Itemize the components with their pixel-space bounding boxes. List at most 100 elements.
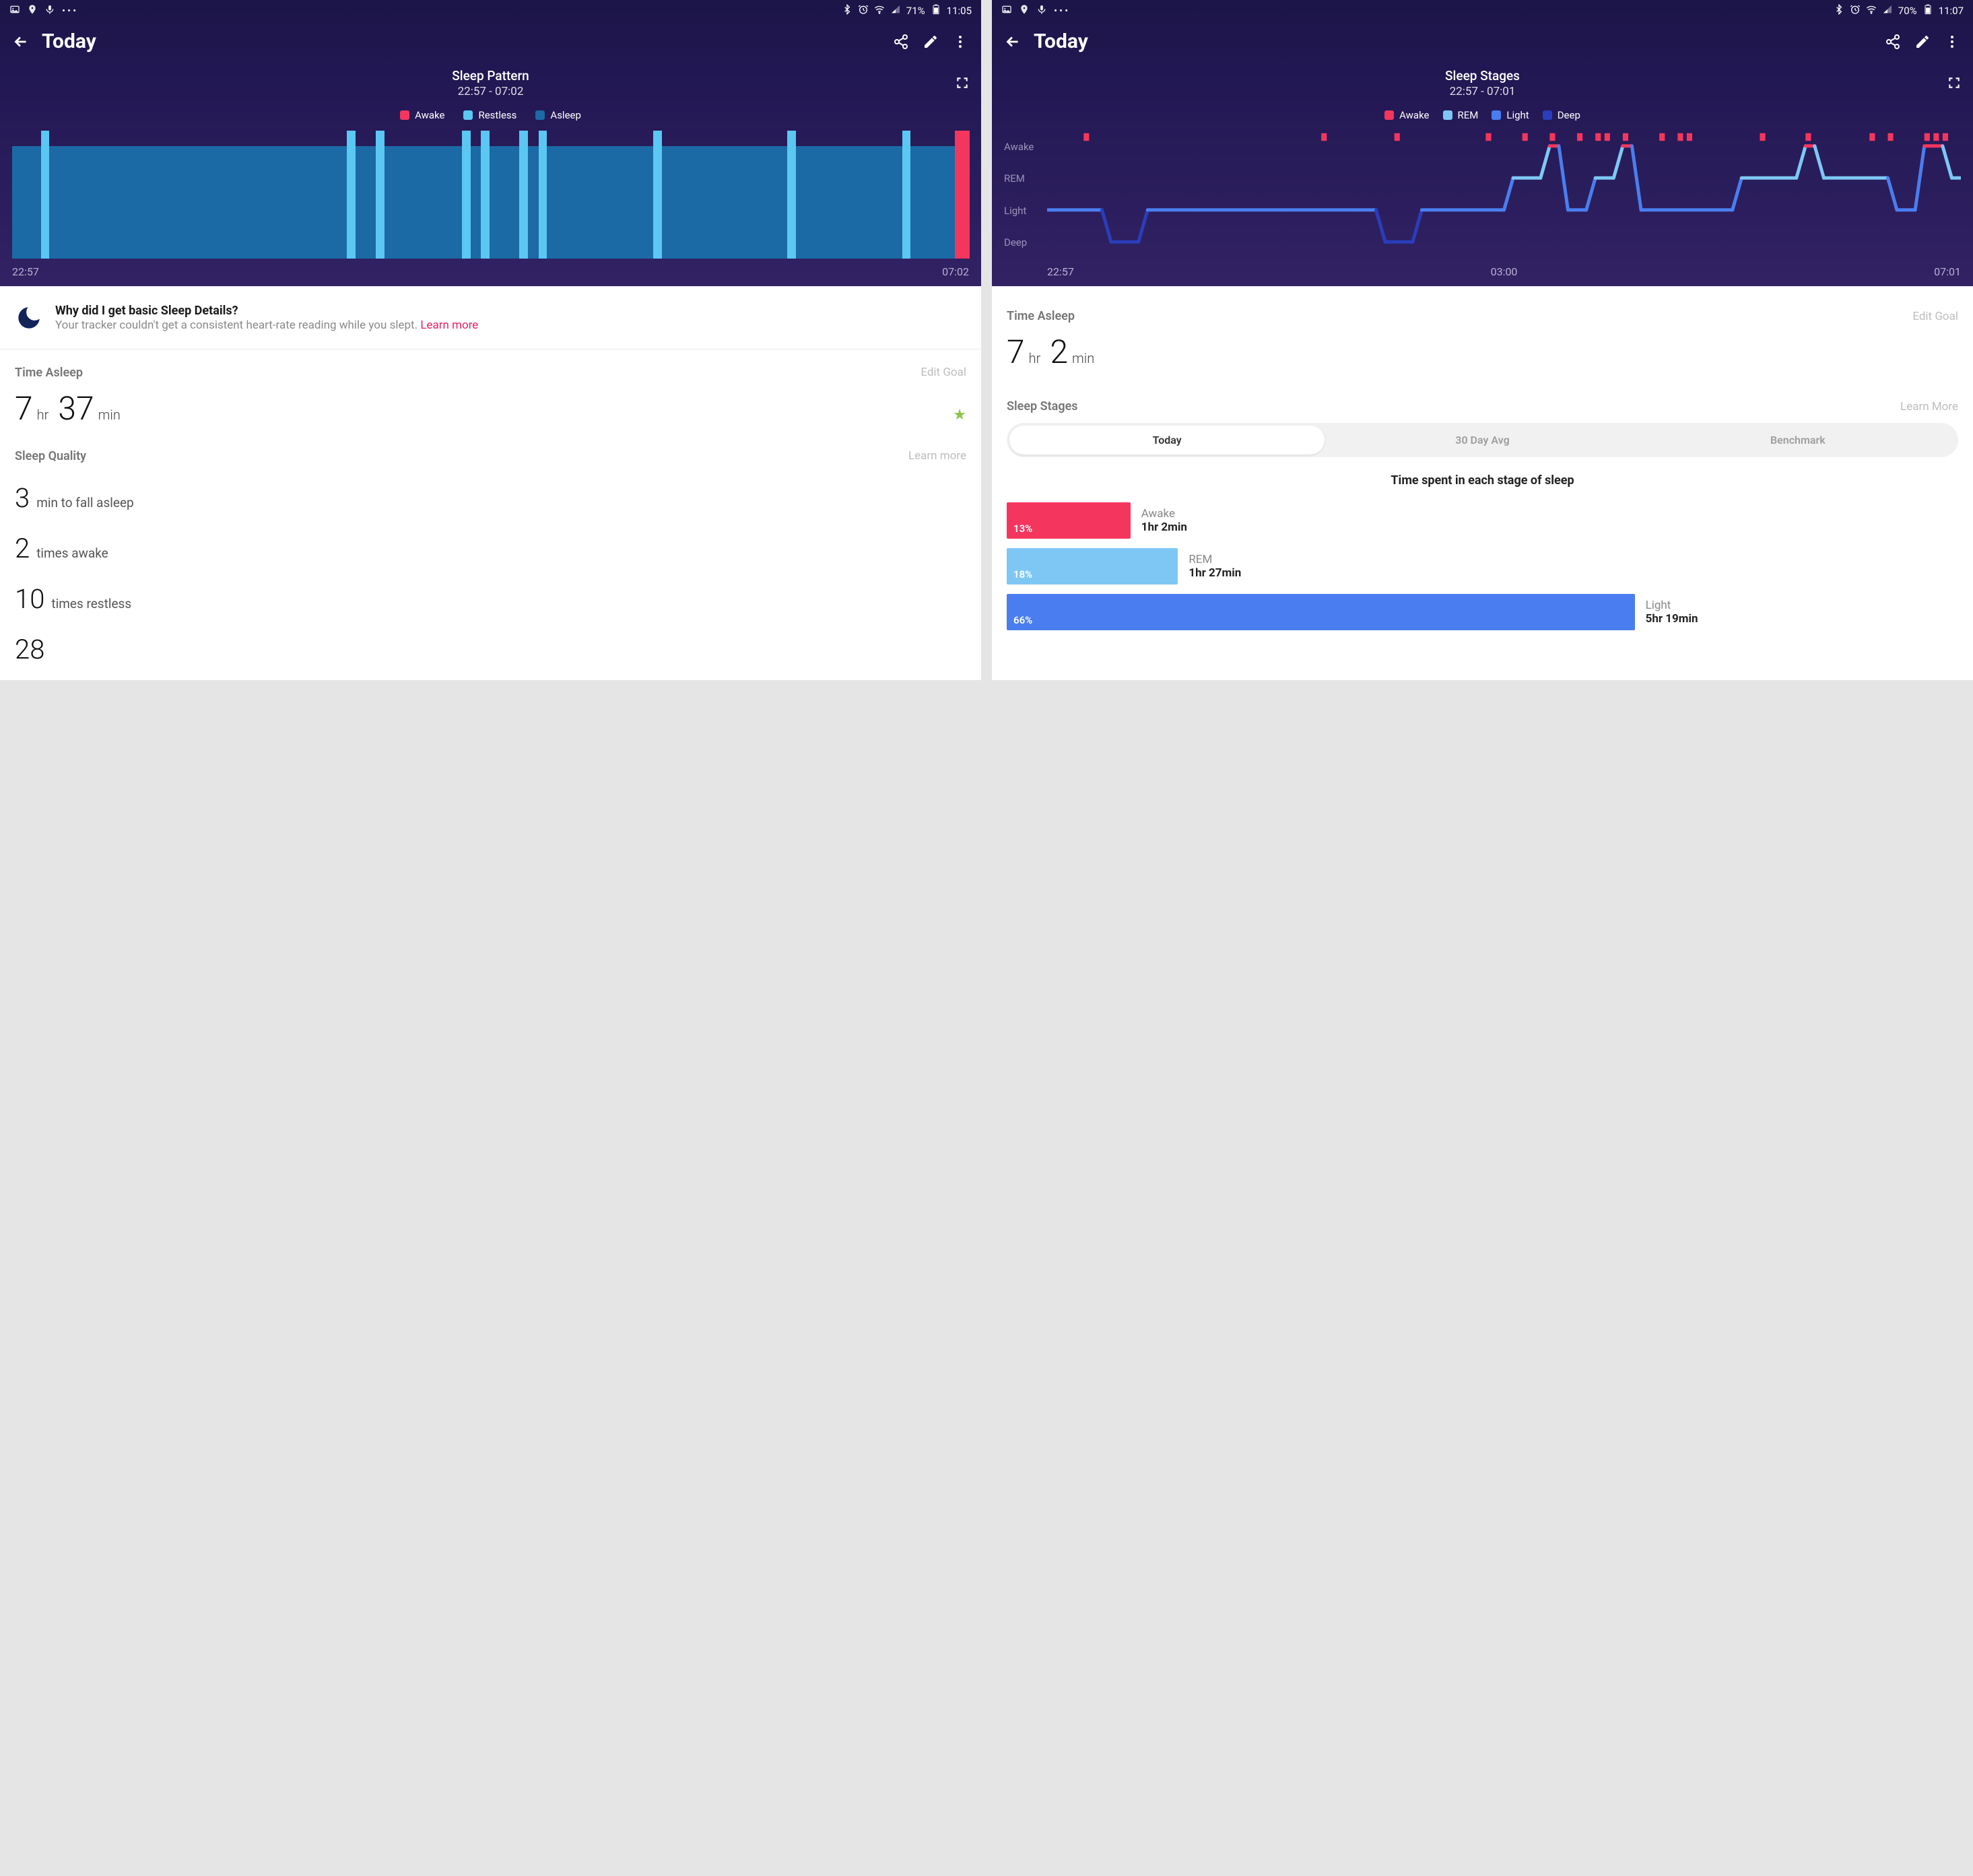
quality-item: 2times awake xyxy=(15,523,966,574)
quality-item: 3 min to fall asleep xyxy=(15,473,966,523)
mic-icon xyxy=(1036,4,1047,18)
moon-icon xyxy=(15,304,43,332)
stage-bar: 18% xyxy=(1007,548,1178,584)
time-asleep-section: Time Asleep Edit Goal 7 hr 2 min xyxy=(992,286,1973,376)
stage-row: 13%Awake1hr 2min xyxy=(1007,502,1958,539)
image-icon xyxy=(9,4,20,18)
y-label: Awake xyxy=(1004,141,1040,153)
legend-label: REM xyxy=(1458,109,1479,121)
share-icon[interactable] xyxy=(1884,33,1902,51)
content-area: Time Asleep Edit Goal 7 hr 2 min Sleep S… xyxy=(992,286,1973,680)
quality-number: 2 xyxy=(15,533,30,564)
pattern-event-restless xyxy=(376,131,384,259)
sleep-pattern-chart: Sleep Pattern 22:57 - 07:02 Awake Restle… xyxy=(0,67,981,286)
hours-value: 7 xyxy=(15,389,33,428)
edit-goal-link[interactable]: Edit Goal xyxy=(921,366,966,379)
stage-caption: Time spent in each stage of sleep xyxy=(1007,469,1958,502)
legend-label: Asleep xyxy=(550,109,581,121)
signal-icon xyxy=(890,4,901,18)
stage-name: Light xyxy=(1646,599,1698,612)
status-bar: ••• 70% 11:07 xyxy=(992,0,1973,19)
section-title: Sleep Stages xyxy=(1007,399,1078,413)
x-end: 07:01 xyxy=(1934,265,1961,278)
overflow-icon[interactable] xyxy=(1943,33,1961,51)
tab-today[interactable]: Today xyxy=(1009,426,1325,455)
clock-text: 11:05 xyxy=(947,5,972,17)
pattern-event-restless xyxy=(481,131,490,259)
status-left: ••• xyxy=(1001,4,1070,18)
time-asleep-value: 7 hr 2 min xyxy=(1007,333,1958,371)
wifi-icon xyxy=(874,4,885,18)
stage-duration: 1hr 2min xyxy=(1141,521,1187,534)
expand-icon[interactable] xyxy=(956,76,969,90)
quality-text: times restless xyxy=(51,596,131,611)
app-bar: Today xyxy=(0,19,981,67)
pattern-event-awake xyxy=(955,131,970,259)
content-area: Why did I get basic Sleep Details? Your … xyxy=(0,286,981,680)
share-icon[interactable] xyxy=(892,33,910,51)
time-asleep-section: Time Asleep Edit Goal 7 hr 37 min ★ xyxy=(0,349,981,433)
minutes-unit: min xyxy=(1072,350,1094,366)
page-title: Today xyxy=(42,30,880,53)
overflow-icon[interactable] xyxy=(951,33,969,51)
stage-duration: 1hr 27min xyxy=(1189,566,1241,580)
expand-icon[interactable] xyxy=(1947,76,1961,90)
pattern-event-restless xyxy=(787,131,796,259)
legend-asleep: Asleep xyxy=(535,109,581,121)
x-start: 22:57 xyxy=(1047,265,1074,278)
edit-icon[interactable] xyxy=(1914,33,1931,51)
star-icon: ★ xyxy=(953,407,966,424)
chart-subtitle: 22:57 - 07:01 xyxy=(992,85,1973,98)
quality-item: 28 xyxy=(15,624,966,675)
hours-unit: hr xyxy=(37,407,49,423)
minutes-value: 37 xyxy=(58,389,94,428)
app-bar: Today xyxy=(992,19,1973,67)
battery-text: 71% xyxy=(906,5,925,17)
chart-legend: Awake Restless Asleep xyxy=(0,102,981,131)
quality-text: min to fall asleep xyxy=(36,495,134,510)
location-icon xyxy=(27,4,38,18)
hours-value: 7 xyxy=(1007,333,1025,371)
x-axis: 22:57 07:02 xyxy=(0,259,981,278)
chart-title: Sleep Stages xyxy=(992,68,1973,83)
legend-label: Awake xyxy=(415,109,444,121)
section-title: Time Asleep xyxy=(15,366,83,380)
notice-body: Your tracker couldn't get a consistent h… xyxy=(55,318,478,334)
tab-30day[interactable]: 30 Day Avg xyxy=(1325,426,1640,455)
notice-title: Why did I get basic Sleep Details? xyxy=(55,304,478,318)
sleep-quality-section: Sleep Quality Learn more 3 min to fall as… xyxy=(0,433,981,680)
sleep-notice: Why did I get basic Sleep Details? Your … xyxy=(0,286,981,349)
back-icon[interactable] xyxy=(12,33,30,51)
chart-legend: Awake REM Light Deep xyxy=(992,102,1973,131)
status-bar: ••• 71% 11:05 xyxy=(0,0,981,19)
status-right: 71% 11:05 xyxy=(842,4,972,18)
quality-number: 3 xyxy=(15,482,30,514)
learn-more-link[interactable]: Learn more xyxy=(908,449,966,463)
stage-duration: 5hr 19min xyxy=(1646,612,1698,626)
time-asleep-value: 7 hr 37 min ★ xyxy=(15,389,966,428)
more-icon: ••• xyxy=(62,5,78,17)
edit-icon[interactable] xyxy=(922,33,939,51)
clock-text: 11:07 xyxy=(1939,5,1964,17)
topbar: ••• 70% 11:07 Today xyxy=(992,0,1973,67)
chart-body[interactable] xyxy=(12,131,969,259)
phone-left: ••• 71% 11:05 xyxy=(0,0,981,680)
edit-goal-link[interactable]: Edit Goal xyxy=(1912,310,1958,323)
pattern-event-restless xyxy=(653,131,662,259)
legend-label: Deep xyxy=(1558,109,1580,121)
legend-awake: Awake xyxy=(1384,109,1429,121)
section-title: Sleep Quality xyxy=(15,449,86,463)
legend-restless: Restless xyxy=(463,109,516,121)
tab-benchmark[interactable]: Benchmark xyxy=(1640,426,1955,455)
chart-body[interactable]: Awake REM Light Deep xyxy=(1004,131,1961,259)
chart-header: Sleep Pattern 22:57 - 07:02 xyxy=(0,67,981,102)
alarm-icon xyxy=(858,4,869,18)
learn-more-link[interactable]: Learn More xyxy=(1900,400,1958,413)
location-icon xyxy=(1019,4,1030,18)
page-title: Today xyxy=(1034,30,1872,53)
learn-more-link[interactable]: Learn more xyxy=(420,319,478,332)
mic-icon xyxy=(44,4,55,18)
topbar: ••• 71% 11:05 xyxy=(0,0,981,67)
legend-awake: Awake xyxy=(400,109,444,121)
back-icon[interactable] xyxy=(1004,33,1022,51)
